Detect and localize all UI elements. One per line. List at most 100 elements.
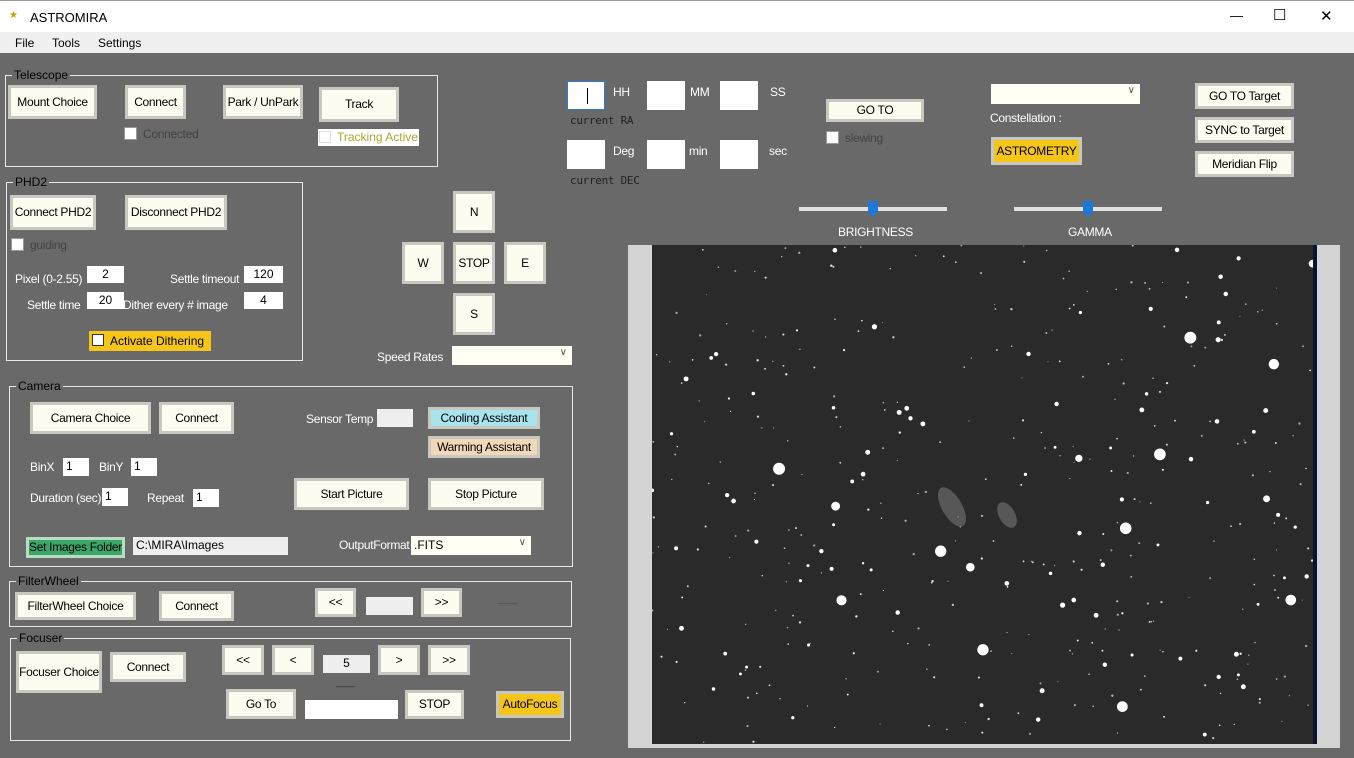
pixel-input[interactable]: 2: [87, 266, 124, 283]
biny-input[interactable]: 1: [131, 458, 157, 476]
guiding-checkbox[interactable]: [11, 238, 24, 251]
star: [1116, 437, 1118, 440]
dec-degrees-input[interactable]: [567, 140, 605, 169]
star: [787, 440, 789, 442]
star: [990, 650, 993, 653]
star: [1233, 651, 1239, 657]
star: [1071, 597, 1077, 603]
star: [813, 366, 816, 369]
star: [1054, 401, 1059, 407]
ra-hours-input[interactable]: [567, 81, 605, 110]
chevron-down-icon: ∨: [1127, 85, 1135, 96]
mount-choice-button[interactable]: Mount Choice: [8, 85, 97, 119]
star: [1149, 502, 1152, 505]
menu-settings[interactable]: Settings: [98, 36, 141, 50]
star: [1110, 469, 1113, 472]
dec-minutes-input[interactable]: [647, 140, 685, 169]
star: [869, 568, 873, 572]
close-button[interactable]: ✕: [1320, 7, 1333, 25]
astrometry-button[interactable]: ASTROMETRY: [991, 137, 1082, 165]
star: [954, 540, 957, 542]
connect-phd2-button[interactable]: Connect PHD2: [10, 195, 96, 230]
park-unpark-button[interactable]: Park / UnPark: [223, 85, 303, 119]
west-button[interactable]: W: [402, 242, 444, 284]
telescope-connect-button[interactable]: Connect: [125, 85, 186, 119]
output-format-dropdown[interactable]: .FITS ∨: [411, 536, 531, 555]
star: [791, 716, 795, 720]
activate-dithering-checkbox[interactable]: Activate Dithering: [89, 331, 211, 351]
brightness-slider-thumb[interactable]: [868, 201, 878, 217]
focus-big-fwd-button[interactable]: >>: [428, 645, 470, 675]
star: [1104, 628, 1106, 630]
track-button[interactable]: Track: [319, 87, 399, 122]
focus-stop-button[interactable]: STOP: [405, 690, 464, 719]
focus-goto-button[interactable]: Go To: [226, 689, 296, 719]
disconnect-phd2-button[interactable]: Disconnect PHD2: [125, 195, 227, 230]
minimize-button[interactable]: —: [1230, 8, 1243, 23]
warming-assistant-button[interactable]: Warming Assistant: [428, 436, 540, 458]
focuser-choice-button[interactable]: Focuser Choice: [16, 651, 102, 693]
star: [832, 523, 836, 527]
ra-seconds-input[interactable]: [720, 81, 758, 110]
star: [1253, 558, 1256, 561]
gamma-slider-thumb[interactable]: [1083, 201, 1093, 217]
binx-input[interactable]: 1: [63, 458, 89, 476]
slewing-checkbox[interactable]: [826, 131, 839, 144]
star: [876, 670, 879, 673]
north-button[interactable]: N: [453, 191, 495, 233]
star: [1116, 521, 1119, 524]
star: [892, 336, 895, 339]
focuser-connect-button[interactable]: Connect: [110, 652, 186, 682]
menu-file[interactable]: File: [15, 36, 34, 50]
meridian-flip-button[interactable]: Meridian Flip: [1195, 151, 1294, 177]
star: [1101, 649, 1104, 652]
maximize-button[interactable]: ☐: [1273, 6, 1286, 24]
settle-timeout-input[interactable]: 120: [244, 266, 283, 283]
settle-time-input[interactable]: 20: [87, 292, 124, 309]
star: [1012, 437, 1015, 439]
stop-picture-button[interactable]: Stop Picture: [428, 478, 544, 510]
duration-input[interactable]: 1: [102, 488, 128, 506]
star: [1213, 540, 1215, 542]
focus-big-back-button[interactable]: <<: [222, 645, 264, 675]
autofocus-button[interactable]: AutoFocus: [496, 691, 564, 718]
star: [845, 678, 847, 680]
ra-minutes-input[interactable]: [647, 81, 685, 110]
gamma-slider[interactable]: [1014, 201, 1162, 217]
focus-fwd-button[interactable]: >: [378, 645, 420, 675]
star: [1193, 364, 1196, 367]
connected-checkbox[interactable]: [124, 127, 137, 140]
brightness-slider[interactable]: [799, 201, 947, 217]
east-button[interactable]: E: [504, 242, 546, 284]
star: [1178, 656, 1183, 661]
star: [1204, 346, 1207, 349]
speed-rates-dropdown[interactable]: ∨: [452, 346, 572, 365]
stop-slew-button[interactable]: STOP: [453, 242, 495, 284]
filter-next-button[interactable]: >>: [421, 588, 462, 617]
goto-button[interactable]: GO TO: [826, 99, 924, 122]
images-folder-field[interactable]: C:\MIRA\Images: [133, 537, 288, 555]
menu-tools[interactable]: Tools: [52, 36, 80, 50]
focus-position-input[interactable]: [305, 700, 398, 719]
star: [1233, 723, 1235, 725]
dither-input[interactable]: 4: [244, 292, 283, 309]
camera-connect-button[interactable]: Connect: [159, 402, 234, 434]
filter-prev-button[interactable]: <<: [315, 588, 356, 617]
cooling-assistant-button[interactable]: Cooling Assistant: [428, 407, 540, 429]
filterwheel-connect-button[interactable]: Connect: [159, 591, 234, 621]
dec-seconds-input[interactable]: [720, 140, 758, 169]
focus-step-field[interactable]: 5: [323, 655, 370, 673]
tracking-active-checkbox[interactable]: Tracking Active: [318, 129, 419, 146]
start-picture-button[interactable]: Start Picture: [294, 478, 409, 510]
goto-target-button[interactable]: GO TO Target: [1195, 83, 1294, 109]
repeat-input[interactable]: 1: [193, 489, 219, 507]
camera-choice-button[interactable]: Camera Choice: [30, 402, 151, 434]
sync-target-button[interactable]: SYNC to Target: [1195, 117, 1294, 143]
focus-back-button[interactable]: <: [272, 645, 314, 675]
filterwheel-choice-button[interactable]: FilterWheel Choice: [15, 592, 136, 620]
star: [1188, 456, 1194, 462]
south-button[interactable]: S: [453, 293, 495, 335]
star: [782, 364, 785, 367]
set-images-folder-button[interactable]: Set Images Folder: [26, 537, 125, 558]
constellation-dropdown[interactable]: ∨: [991, 84, 1140, 104]
